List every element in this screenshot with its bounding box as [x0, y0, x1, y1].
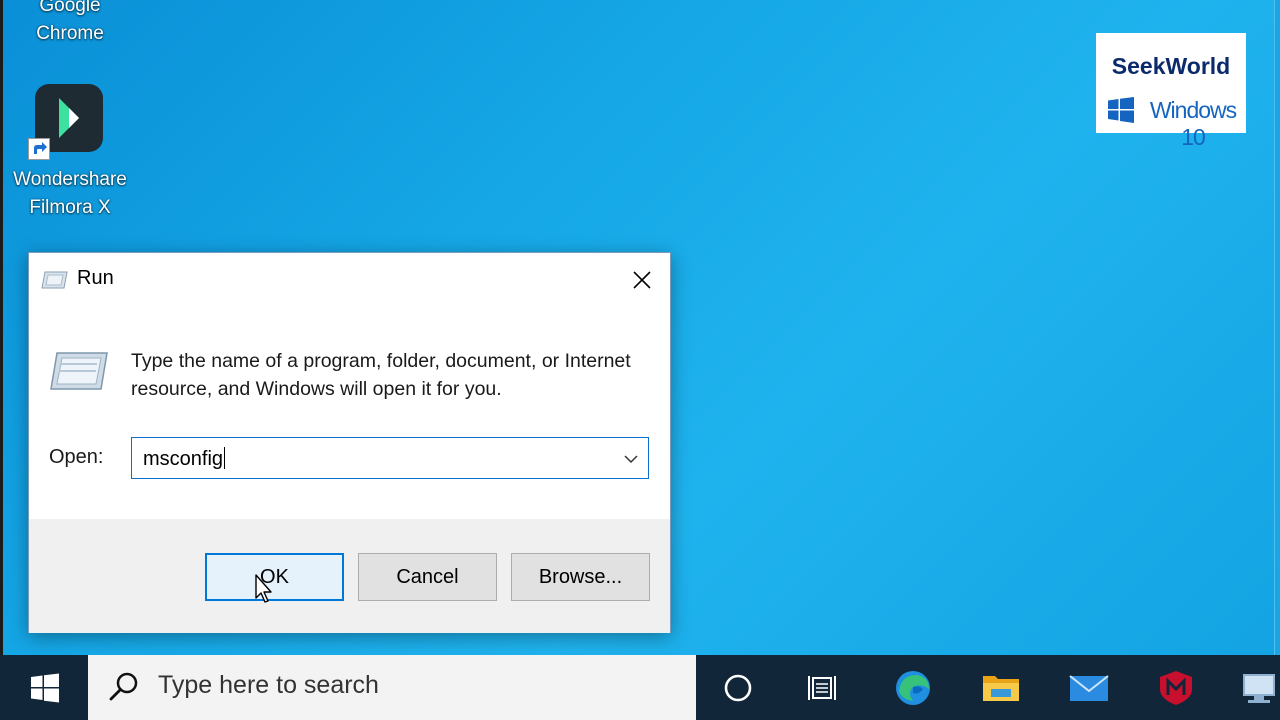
run-dialog-icon	[50, 352, 108, 390]
run-dialog: Run Type the name of a program, folder, …	[28, 252, 671, 633]
edge-icon[interactable]	[891, 667, 935, 709]
cortana-icon[interactable]	[716, 667, 760, 709]
open-input-value: msconfig	[143, 448, 224, 470]
shortcut-arrow-icon	[28, 138, 50, 160]
windows-logo-icon	[1108, 97, 1134, 123]
windows-start-icon	[31, 673, 59, 703]
desktop-icon-filmora-label[interactable]: Wondershare Filmora X	[0, 166, 140, 222]
open-combobox[interactable]: msconfig	[131, 437, 649, 479]
screen-edge	[0, 0, 3, 655]
mail-icon[interactable]	[1067, 667, 1111, 709]
run-title: Run	[77, 267, 114, 289]
open-label: Open:	[49, 446, 104, 468]
close-icon	[633, 271, 651, 289]
file-explorer-icon[interactable]	[979, 667, 1023, 709]
run-description: Type the name of a program, folder, docu…	[131, 350, 631, 400]
taskbar: Type here to search	[0, 655, 1280, 720]
chevron-down-icon[interactable]	[620, 448, 642, 470]
text-caret	[224, 447, 226, 469]
search-icon	[109, 672, 138, 701]
desktop-icon-chrome-label[interactable]: Google Chrome	[0, 0, 140, 48]
watermark-brand: SeekWorld	[1111, 53, 1231, 79]
run-titlebar[interactable]: Run	[29, 253, 670, 305]
search-placeholder: Type here to search	[158, 671, 379, 699]
watermark-os: Windows 10	[1106, 95, 1246, 150]
watermark: SeekWorld Windows 10	[1096, 33, 1246, 150]
cancel-button[interactable]: Cancel	[358, 553, 497, 601]
watermark-os-text: Windows 10	[1149, 97, 1237, 150]
task-view-icon[interactable]	[801, 667, 845, 709]
taskbar-search-box[interactable]: Type here to search	[88, 655, 696, 720]
network-icon[interactable]	[1236, 667, 1280, 709]
start-button[interactable]	[0, 655, 88, 720]
ok-button[interactable]: OK	[205, 553, 344, 601]
browse-button[interactable]: Browse...	[511, 553, 650, 601]
open-input[interactable]: msconfig	[143, 447, 226, 471]
screen-edge-right	[1274, 0, 1280, 655]
run-app-icon	[41, 271, 68, 289]
mouse-cursor-icon	[255, 574, 272, 603]
mcafee-icon[interactable]	[1154, 667, 1198, 709]
close-button[interactable]	[617, 257, 667, 301]
